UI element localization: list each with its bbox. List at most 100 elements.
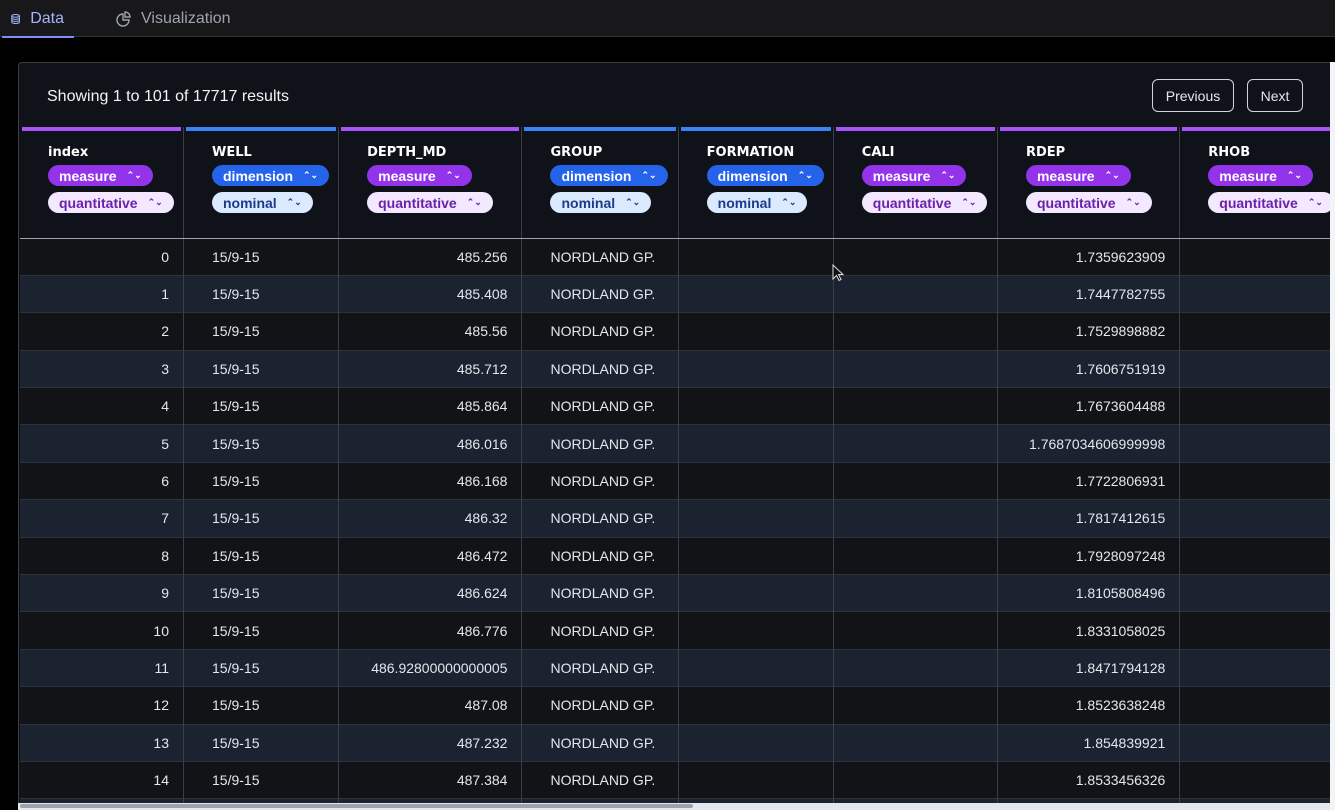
chevron-up-down-icon: ⌃⌄ [781,197,797,207]
cell-formation [677,686,834,725]
cell-formation [677,499,834,538]
column-header-rdep[interactable]: RDEP measure ⌃⌄ quantitative ⌃⌄ [996,127,1180,239]
column-role-bar [999,127,1178,131]
chevron-up-down-icon: ⌃⌄ [1307,197,1323,207]
previous-button[interactable]: Previous [1152,79,1234,112]
chevron-up-down-icon: ⌃⌄ [466,197,482,207]
cell-group: NORDLAND GP. [521,461,679,500]
cell-depth_md: 487.08 [338,686,522,725]
tab-visualization[interactable]: Visualization [106,0,241,37]
cell-formation [677,461,834,500]
cell-rhob [1179,611,1334,650]
cell-rhob [1179,686,1334,725]
chevron-up-down-icon: ⌃⌄ [1286,170,1302,180]
type-select[interactable]: quantitative ⌃⌄ [861,192,988,213]
cell-index: 9 [20,574,184,612]
type-select[interactable]: quantitative ⌃⌄ [1208,192,1334,213]
chevron-up-down-icon: ⌃⌄ [1125,197,1141,207]
role-select[interactable]: dimension ⌃⌄ [212,165,330,186]
cell-well: 15/9-15 [182,461,339,500]
table-row: 2 15/9-15 485.56 NORDLAND GP. 1.7529898882 [20,312,1334,351]
type-select[interactable]: nominal ⌃⌄ [550,192,652,213]
cell-formation [677,312,834,351]
column-header-cali[interactable]: CALI measure ⌃⌄ quantitative ⌃⌄ [832,127,998,239]
data-table-panel: Showing 1 to 101 of 17717 results Previo… [18,62,1335,810]
cell-depth_md: 487.232 [338,723,522,762]
column-header-formation[interactable]: FORMATION dimension ⌃⌄ nominal ⌃⌄ [677,127,834,239]
type-select[interactable]: nominal ⌃⌄ [706,192,808,213]
cell-well: 15/9-15 [182,349,339,388]
cell-depth_md: 486.32 [338,499,522,538]
cell-index: 12 [20,686,184,725]
cell-formation [677,536,834,575]
table-row: 7 15/9-15 486.32 NORDLAND GP. 1.7817412615 [20,499,1334,538]
role-select[interactable]: dimension ⌃⌄ [550,165,668,186]
column-role-bar [22,127,181,131]
role-select[interactable]: measure ⌃⌄ [48,165,153,186]
cell-formation [677,760,834,799]
cell-group: NORDLAND GP. [521,648,679,687]
table-row: 12 15/9-15 487.08 NORDLAND GP. 1.8523638248 [20,686,1334,725]
role-select[interactable]: measure ⌃⌄ [861,165,967,186]
cell-group: NORDLAND GP. [521,424,679,463]
type-label: quantitative [378,194,457,211]
table-row: 3 15/9-15 485.712 NORDLAND GP. 1.7606751919 [20,349,1334,388]
chevron-up-down-icon: ⌃⌄ [303,170,319,180]
cell-depth_md: 487.384 [338,760,522,799]
column-role-bar [186,127,337,131]
cell-cali [832,349,998,388]
column-header-group[interactable]: GROUP dimension ⌃⌄ nominal ⌃⌄ [521,127,679,239]
type-select[interactable]: quantitative ⌃⌄ [1025,192,1152,213]
column-role-bar [341,127,520,131]
role-select[interactable]: measure ⌃⌄ [1025,165,1131,186]
column-role-bar [680,127,831,131]
chevron-up-down-icon: ⌃⌄ [625,197,641,207]
cell-index: 6 [20,461,184,500]
vertical-scrollbar[interactable] [1330,62,1335,810]
cell-depth_md: 485.408 [338,274,522,313]
cell-formation [677,387,834,425]
column-header-rhob[interactable]: RHOB measure ⌃⌄ quantitative ⌃⌄ [1179,127,1334,239]
tab-data[interactable]: Data [0,0,74,38]
next-button[interactable]: Next [1247,79,1303,112]
type-label: quantitative [1219,194,1298,211]
type-select[interactable]: quantitative ⌃⌄ [367,192,493,213]
cell-well: 15/9-15 [182,387,339,425]
cell-cali [832,424,998,463]
results-summary: Showing 1 to 101 of 17717 results [47,88,289,105]
cell-rdep: 1.7928097248 [996,536,1180,575]
type-label: quantitative [59,194,138,211]
tab-bar: Data Visualization [0,0,1335,38]
column-header-index[interactable]: index measure ⌃⌄ quantitative ⌃⌄ [20,127,184,239]
role-label: dimension [717,167,788,184]
cell-depth_md: 485.56 [338,312,522,351]
type-select[interactable]: quantitative ⌃⌄ [48,192,174,213]
horizontal-scrollbar[interactable] [18,803,1330,810]
chevron-up-down-icon: ⌃⌄ [147,197,163,207]
cell-depth_md: 485.712 [338,349,522,388]
cell-cali [832,312,998,351]
table-row: 13 15/9-15 487.232 NORDLAND GP. 1.854839921 [20,723,1334,762]
cell-rdep: 1.7722806931 [996,461,1180,500]
scrollbar-thumb[interactable] [20,804,693,808]
cell-index: 0 [20,237,184,276]
role-select[interactable]: measure ⌃⌄ [1208,165,1313,186]
cell-rhob [1179,648,1334,687]
cell-index: 1 [20,274,184,313]
cell-formation [677,611,834,650]
cell-rhob [1179,274,1334,313]
role-label: measure [59,167,117,184]
cell-depth_md: 485.256 [338,237,522,276]
column-header-depth_md[interactable]: DEPTH_MD measure ⌃⌄ quantitative ⌃⌄ [338,127,522,239]
type-label: nominal [717,194,772,211]
cell-well: 15/9-15 [182,686,339,725]
cell-formation [677,648,834,687]
cell-index: 3 [20,349,184,388]
type-select[interactable]: nominal ⌃⌄ [212,192,313,213]
cell-well: 15/9-15 [182,574,339,612]
role-select[interactable]: dimension ⌃⌄ [706,165,824,186]
table-row: 10 15/9-15 486.776 NORDLAND GP. 1.8331058025 [20,611,1334,650]
role-select[interactable]: measure ⌃⌄ [367,165,472,186]
column-header-well[interactable]: WELL dimension ⌃⌄ nominal ⌃⌄ [182,127,339,239]
cell-group: NORDLAND GP. [521,387,679,425]
